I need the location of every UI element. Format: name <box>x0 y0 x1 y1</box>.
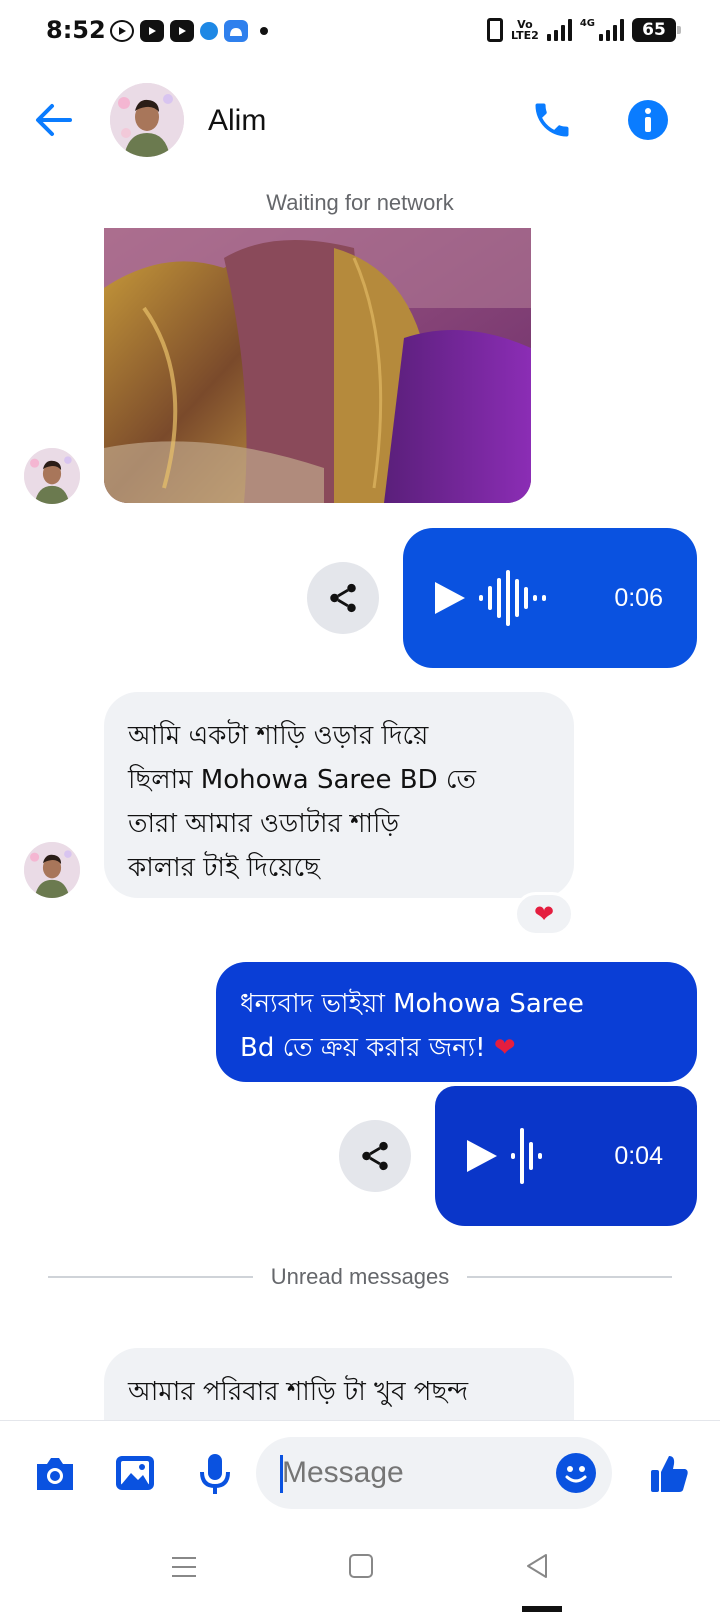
play-circle-icon <box>110 20 134 42</box>
message-line: Bd তে ক্রয় করার জন্য! ❤ <box>240 1026 673 1070</box>
gesture-indicator <box>522 1606 562 1612</box>
avatar-photo <box>24 448 80 504</box>
message-line: আমি একটা শাড়ি ওড়ার দিয়ে <box>128 721 429 751</box>
system-navigation-bar <box>0 1530 720 1612</box>
share-icon <box>330 583 356 613</box>
saree-photo-message[interactable] <box>104 228 531 503</box>
app-notification-icon <box>200 22 218 40</box>
incoming-message[interactable]: আমি একটা শাড়ি ওড়ার দিয়ে ছিলাম Mohowa … <box>104 692 574 898</box>
network-type: 4G <box>579 18 595 29</box>
volte-indicator: Vo LTE2 <box>511 19 539 41</box>
avatar-photo <box>110 83 184 157</box>
back-nav-button[interactable] <box>524 1552 550 1584</box>
gallery-button[interactable] <box>110 1449 160 1499</box>
battery-level: 65 <box>642 20 666 40</box>
voice-duration: 0:06 <box>614 583 663 612</box>
message-line: ছিলাম Mohowa Saree BD তে <box>128 765 476 795</box>
sender-avatar[interactable] <box>24 448 80 504</box>
triangle-back-icon <box>527 1554 547 1578</box>
conversation-header: Alim <box>0 76 720 166</box>
camera-icon <box>37 1458 73 1490</box>
emoji-button[interactable] <box>556 1453 596 1493</box>
arrow-left-icon <box>36 104 72 136</box>
message-composer <box>0 1420 720 1528</box>
network-status: Waiting for network <box>266 190 454 215</box>
message-line: আমার পরিবার শাড়ি টা খুব পছন্দ <box>128 1377 469 1407</box>
avatar-photo <box>24 842 80 898</box>
message-line: তারা আমার ওডাটার শাড়ি <box>128 809 400 839</box>
message-text: Bd তে ক্রয় করার জন্য! <box>240 1033 486 1063</box>
vibrate-icon <box>486 18 503 42</box>
home-button[interactable] <box>348 1552 374 1584</box>
unread-label: Unread messages <box>270 1264 450 1289</box>
divider-line <box>467 1276 673 1278</box>
share-button[interactable] <box>339 1120 411 1192</box>
outgoing-message[interactable]: ধন্যবাদ ভাইয়া Mohowa Saree Bd তে ক্রয় … <box>216 962 697 1082</box>
camera-button[interactable] <box>30 1449 80 1499</box>
smiley-icon <box>557 1454 595 1492</box>
image-icon <box>116 1456 154 1490</box>
heart-reaction[interactable]: ❤ <box>514 892 574 936</box>
message-line: কালার টাই দিয়েছে <box>128 853 320 883</box>
android-icon <box>224 20 248 42</box>
system-indicators: Vo LTE2 4G 65 <box>486 18 681 42</box>
divider-line <box>48 1276 253 1278</box>
saree-image <box>104 228 531 503</box>
back-button[interactable] <box>32 98 76 142</box>
unread-divider: Unread messages <box>48 1262 673 1292</box>
play-icon[interactable] <box>435 582 465 614</box>
like-button[interactable] <box>644 1449 694 1499</box>
contact-avatar[interactable] <box>110 83 184 157</box>
menu-icon <box>172 1557 196 1577</box>
share-icon <box>362 1141 388 1171</box>
audio-call-button[interactable] <box>530 98 574 142</box>
square-icon <box>349 1554 373 1578</box>
sender-avatar[interactable] <box>24 842 80 898</box>
notification-icons <box>110 20 268 42</box>
heart-emoji: ❤ <box>493 1033 516 1063</box>
voice-record-button[interactable] <box>190 1449 240 1499</box>
contact-name[interactable]: Alim <box>208 104 266 138</box>
info-button[interactable] <box>628 100 668 140</box>
message-line: ধন্যবাদ ভাইয়া Mohowa Saree <box>240 989 584 1019</box>
signal-bars-icon <box>599 19 624 41</box>
recents-button[interactable] <box>170 1554 198 1584</box>
text-cursor <box>280 1455 283 1493</box>
thumbs-up-icon <box>651 1456 688 1492</box>
waveform-icon <box>479 570 546 626</box>
info-icon <box>645 108 651 132</box>
phone-icon <box>535 103 569 137</box>
status-bar: 8:52 Vo LTE2 4G 65 <box>0 0 720 66</box>
voice-duration: 0:04 <box>614 1141 663 1170</box>
youtube-icon <box>170 20 194 42</box>
waveform-icon <box>511 1128 542 1184</box>
share-button[interactable] <box>307 562 379 634</box>
heart-icon: ❤ <box>533 900 555 928</box>
signal-bars-icon <box>546 19 572 41</box>
microphone-icon <box>200 1454 230 1494</box>
volte-bottom: LTE2 <box>510 29 539 42</box>
voice-message-outgoing[interactable]: 0:06 <box>403 528 697 668</box>
play-icon[interactable] <box>467 1140 497 1172</box>
battery-icon: 65 <box>632 18 681 42</box>
voice-message-outgoing[interactable]: 0:04 <box>435 1086 697 1226</box>
status-time: 8:52 <box>46 16 106 44</box>
more-notifications-dot <box>260 27 268 35</box>
youtube-icon <box>140 20 164 42</box>
